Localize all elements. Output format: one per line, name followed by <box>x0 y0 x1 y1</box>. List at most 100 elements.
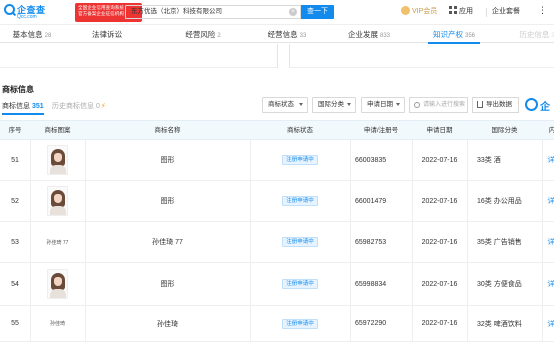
tab-business-risk[interactable]: 经营风险 2 <box>178 27 228 43</box>
trademark-text-image[interactable]: 孙佳琦 77 <box>47 239 69 246</box>
qcc-logo[interactable]: 企查查 Qcc.com <box>4 3 48 22</box>
row-image-cell <box>30 263 85 305</box>
tab-label: 经营信息 <box>267 30 298 39</box>
section-title: 商标信息 <box>2 85 34 94</box>
tab-label: 法律诉讼 <box>92 30 122 39</box>
tab-history[interactable]: 历史信息 3 <box>514 27 554 43</box>
row-status-cell: 注册申请中 <box>250 263 350 305</box>
tab-label: 基本信息 <box>12 30 43 39</box>
row-index: 52 <box>11 197 19 205</box>
company-tabs: 基本信息 28 法律诉讼 经营风险 2 经营信息 33 企业发展 833 知识产权 356… <box>0 27 554 44</box>
column-divider <box>467 140 468 342</box>
subtab-history-label: 历史商标信息 0 <box>52 103 100 110</box>
col-class: 国际分类 <box>491 127 518 134</box>
qcc-brand-icon: 企 <box>524 96 554 114</box>
app-menu[interactable]: 应用 <box>449 6 473 16</box>
tab-development[interactable]: 企业发展 833 <box>344 27 394 43</box>
row-reg-no: 65998834 <box>355 280 387 288</box>
table-row[interactable]: 54 图形 注册申请中 65998834 2022-07-16 30类 方便食品… <box>0 263 554 306</box>
summary-box-right <box>289 44 554 68</box>
search-input-value: 东方优选（北京）科技有限公司 <box>131 8 222 15</box>
row-detail-link[interactable]: 详 <box>546 306 554 341</box>
row-name: 图形 <box>160 198 175 205</box>
table-row[interactable]: 51 图形 注册申请中 66003835 2022-07-16 33类 酒 详 <box>0 140 554 181</box>
search-input[interactable]: 东方优选（北京）科技有限公司 × <box>125 5 301 19</box>
trademark-photo[interactable] <box>47 269 68 299</box>
top-bar: 企查查 Qcc.com 全国企业信用查询系统 官方备案企业征信机构 东方优选（北… <box>0 0 554 25</box>
row-class: 32类 啤酒饮料 <box>477 320 522 328</box>
column-divider <box>30 140 31 342</box>
status-badge: 注册申请中 <box>282 318 318 329</box>
table-header: 序号 商标图案 商标名称 商标状态 申请/注册号 申请日期 国际分类 内 <box>0 120 554 140</box>
clear-icon[interactable]: × <box>289 8 297 16</box>
nav-divider <box>486 8 487 17</box>
status-badge: 注册申请中 <box>282 279 318 289</box>
logo-magnifier-icon <box>4 4 15 15</box>
date-filter[interactable]: 申请日期 <box>361 97 405 113</box>
status-filter-label: 商标状态 <box>268 101 294 108</box>
row-name: 孙佳琦 <box>157 320 178 328</box>
row-class: 33类 酒 <box>477 157 501 164</box>
enterprise-suite-link[interactable]: 企业套餐 <box>492 6 520 16</box>
table-search-input[interactable]: 请输入进行搜索 <box>409 97 468 113</box>
export-icon <box>477 101 483 108</box>
row-date: 2022-07-16 <box>421 238 458 246</box>
row-date: 2022-07-16 <box>421 197 458 205</box>
status-badge: 注册申请中 <box>282 237 318 247</box>
tab-count: 356 <box>464 33 475 39</box>
row-status-cell: 注册申请中 <box>250 306 350 341</box>
subtab-history-trademark[interactable]: 历史商标信息 0⚡ <box>52 101 106 111</box>
status-badge: 注册申请中 <box>282 196 318 206</box>
row-detail-link[interactable]: 详 <box>546 222 554 262</box>
row-status-cell: 注册申请中 <box>250 140 350 180</box>
row-class: 16类 办公用品 <box>477 198 522 205</box>
table-row[interactable]: 52 图形 注册申请中 66001479 2022-07-16 16类 办公用品… <box>0 181 554 222</box>
row-index: 55 <box>11 320 19 327</box>
col-name: 商标名称 <box>154 127 181 134</box>
row-reg-no: 65972290 <box>355 320 387 327</box>
tab-intellectual-property[interactable]: 知识产权 356 <box>428 27 480 44</box>
col-content: 内 <box>548 127 554 134</box>
subtab-label: 商标信息 <box>2 103 30 110</box>
tab-label: 经营风险 <box>185 30 216 39</box>
date-filter-label: 申请日期 <box>367 101 393 108</box>
status-filter[interactable]: 商标状态 <box>262 97 308 113</box>
table-search-placeholder: 请输入进行搜索 <box>423 102 466 108</box>
tab-litigation[interactable]: 法律诉讼 <box>80 27 136 43</box>
tab-business-info[interactable]: 经营信息 33 <box>262 27 312 43</box>
more-icon[interactable]: ⋮ <box>538 5 547 16</box>
search-button[interactable]: 查一下 <box>301 5 334 19</box>
app-label: 应用 <box>459 8 473 15</box>
col-image: 商标图案 <box>44 127 71 134</box>
chevron-down-icon <box>299 103 303 106</box>
row-name: 图形 <box>160 157 175 164</box>
summary-strip <box>0 44 554 68</box>
trademark-text-image[interactable]: 孙佳琦 <box>50 320 65 327</box>
search-icon <box>414 102 420 108</box>
table-row[interactable]: 53 孙佳琦 77 孙佳琦 77 注册申请中 65982753 2022-07-… <box>0 222 554 263</box>
vip-lightning-icon: ⚡ <box>100 103 106 110</box>
trademark-photo[interactable] <box>47 145 68 175</box>
export-label: 导出数据 <box>486 101 512 108</box>
chevron-down-icon <box>347 103 351 106</box>
subtab-trademark[interactable]: 商标信息 351 <box>2 101 44 115</box>
row-detail-link[interactable]: 详 <box>546 263 554 305</box>
tab-basic-info[interactable]: 基本信息 28 <box>4 27 60 43</box>
row-image-cell: 孙佳琦 <box>30 306 85 341</box>
logo-subtext: Qcc.com <box>17 14 37 20</box>
tab-label: 企业发展 <box>347 30 378 39</box>
row-class: 35类 广告销售 <box>477 239 522 246</box>
column-divider <box>250 140 251 342</box>
trademark-photo[interactable] <box>47 186 68 216</box>
export-button[interactable]: 导出数据 <box>472 97 519 113</box>
status-badge: 注册申请中 <box>282 155 318 165</box>
vip-link[interactable]: VIP会员 <box>401 6 437 16</box>
table-row[interactable]: 55 孙佳琦 孙佳琦 注册申请中 65972290 2022-07-16 32类… <box>0 306 554 342</box>
category-filter-label: 国际分类 <box>318 101 344 108</box>
row-name: 孙佳琦 77 <box>152 239 183 246</box>
row-detail-link[interactable]: 详 <box>546 140 554 180</box>
row-image-cell <box>30 181 85 221</box>
category-filter[interactable]: 国际分类 <box>312 97 356 113</box>
column-divider <box>412 140 413 342</box>
row-detail-link[interactable]: 详 <box>546 181 554 221</box>
